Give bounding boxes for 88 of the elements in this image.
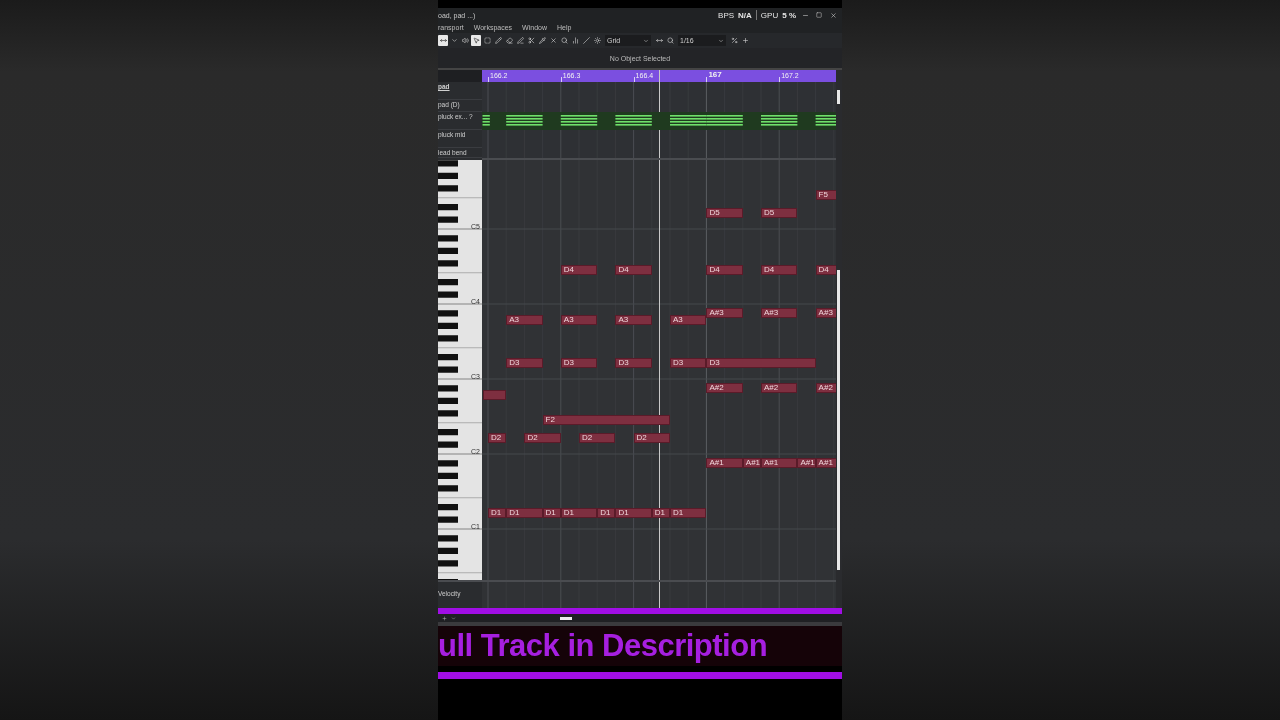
gpu-value: 5 %: [782, 10, 796, 20]
midi-note[interactable]: D1: [488, 508, 507, 519]
midi-note[interactable]: D1: [615, 508, 652, 519]
midi-note[interactable]: A#2: [761, 383, 798, 394]
tool-button[interactable]: [482, 35, 492, 46]
midi-note[interactable]: D4: [560, 264, 598, 275]
pipette-icon: [538, 37, 546, 44]
close-icon: [829, 11, 837, 19]
bps-label: BPS: [718, 10, 735, 20]
x-icon: [549, 37, 557, 44]
scrollbar-thumb[interactable]: [837, 90, 840, 104]
arrows-icon: [655, 37, 663, 44]
midi-note[interactable]: D1: [542, 508, 561, 519]
caret-icon: [450, 37, 458, 44]
tool-button[interactable]: [493, 35, 503, 46]
plus-icon[interactable]: [442, 615, 447, 621]
midi-note[interactable]: A#1: [761, 458, 798, 469]
snap-button[interactable]: [592, 35, 602, 46]
midi-note[interactable]: A#3: [706, 308, 743, 319]
tool-button[interactable]: [526, 35, 536, 46]
midi-note[interactable]: D1: [597, 508, 616, 519]
midi-note[interactable]: D3: [560, 358, 598, 369]
percent-button[interactable]: [729, 35, 739, 46]
ruler-label: 167: [708, 70, 722, 80]
midi-note[interactable]: D3: [706, 358, 816, 369]
maximize-button[interactable]: [814, 10, 824, 20]
caret-icon: [718, 37, 724, 44]
pencil-icon: [494, 37, 502, 44]
bps-value: N/A: [738, 10, 752, 20]
midi-note[interactable]: A#2: [706, 383, 743, 394]
sun-icon: [593, 37, 601, 44]
tool-button[interactable]: [570, 35, 580, 46]
midi-note[interactable]: A3: [670, 314, 707, 325]
tool-button[interactable]: [504, 35, 514, 46]
midi-note[interactable]: D1: [506, 508, 543, 519]
midi-note[interactable]: A#3: [761, 308, 798, 319]
bars-icon: [571, 37, 579, 44]
midi-note[interactable]: D2: [579, 433, 616, 444]
midi-note[interactable]: A3: [560, 314, 598, 325]
zoom-icon: [560, 37, 568, 44]
video-caption: ull Track in Description: [438, 628, 768, 664]
midi-part-drawing[interactable]: [482, 112, 836, 130]
tool-button[interactable]: [581, 35, 591, 46]
midi-note[interactable]: D1: [651, 508, 670, 519]
midi-note[interactable]: D2: [633, 433, 670, 444]
maximize-icon: [816, 12, 822, 18]
midi-note[interactable]: D3: [670, 358, 707, 369]
scrollbar-thumb[interactable]: [837, 270, 840, 570]
midi-note[interactable]: D4: [761, 264, 798, 275]
zoom-icon: [666, 37, 674, 44]
close-button[interactable]: [828, 10, 838, 20]
range-icon: [483, 37, 491, 44]
midi-note[interactable]: D5: [761, 208, 798, 219]
tool-button[interactable]: [515, 35, 525, 46]
line-icon: [516, 37, 524, 44]
midi-note[interactable]: D4: [615, 264, 652, 275]
tool-button[interactable]: [537, 35, 547, 46]
eraser-icon: [505, 37, 513, 44]
midi-note[interactable]: D2: [524, 433, 561, 444]
slash-icon: [582, 37, 590, 44]
midi-note[interactable]: A#1: [742, 458, 761, 469]
tool-button[interactable]: [559, 35, 569, 46]
tool-button[interactable]: [471, 35, 481, 46]
tool-button[interactable]: [548, 35, 558, 46]
add-button[interactable]: [740, 35, 750, 46]
midi-note[interactable]: D4: [706, 264, 743, 275]
caret-icon: [643, 37, 649, 44]
speaker-icon: [461, 37, 469, 44]
midi-note[interactable]: A3: [615, 314, 652, 325]
midi-note[interactable]: D3: [506, 358, 543, 369]
pointer-icon: [472, 37, 480, 44]
midi-note[interactable]: A#1: [797, 458, 816, 469]
midi-note[interactable]: A#1: [706, 458, 743, 469]
midi-note[interactable]: A3: [506, 314, 543, 325]
tool-button[interactable]: [460, 35, 470, 46]
midi-note[interactable]: D2: [488, 433, 507, 444]
scrollbar-thumb[interactable]: [560, 616, 572, 620]
midi-note[interactable]: F2: [542, 414, 670, 425]
percent-icon: [730, 37, 738, 44]
plus-icon: [741, 37, 749, 44]
scissors-icon: [527, 37, 535, 44]
midi-note[interactable]: D3: [615, 358, 652, 369]
midi-note[interactable]: D1: [560, 508, 598, 519]
tool-button[interactable]: [438, 35, 448, 46]
quantize-button[interactable]: [665, 35, 675, 46]
gpu-label: GPU: [760, 10, 779, 20]
midi-note[interactable]: D5: [706, 208, 743, 219]
midi-note[interactable]: D1: [670, 508, 707, 519]
